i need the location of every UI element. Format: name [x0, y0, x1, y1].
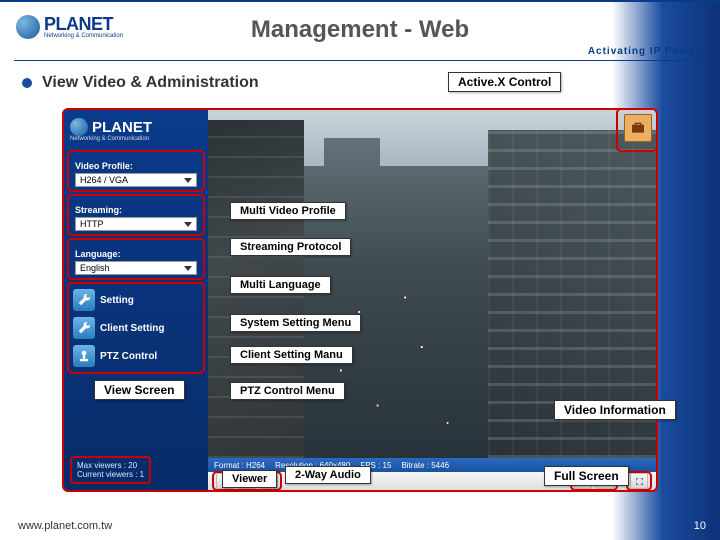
joystick-icon — [73, 345, 95, 367]
page-title: Management - Web — [0, 16, 720, 44]
footer-url: www.planet.com.tw — [18, 520, 112, 532]
viewer-status: Max viewers : 20 Current viewers : 1 — [70, 456, 151, 484]
fullscreen-button[interactable] — [630, 473, 648, 489]
callout-system-setting: System Setting Menu — [230, 314, 361, 332]
info-format: Format : H264 — [214, 461, 265, 470]
web-ui-screenshot: PLANET Networking & Communication Video … — [62, 108, 658, 492]
slide: PLANET Networking & Communication Manage… — [0, 0, 720, 540]
callout-full-screen: Full Screen — [544, 466, 629, 486]
setting-button[interactable]: Setting — [69, 286, 203, 314]
video-profile-select[interactable]: H264 / VGA — [75, 173, 197, 187]
brand-tagline: Activating IP Power — [588, 46, 700, 57]
callout-video-info: Video Information — [554, 400, 676, 420]
side-panel: PLANET Networking & Communication Video … — [64, 110, 208, 490]
panel-brand-sub: Networking & Communication — [70, 136, 202, 142]
callout-activex: Active.X Control — [448, 72, 561, 92]
chevron-down-icon — [184, 222, 192, 227]
current-viewers: Current viewers : 1 — [77, 470, 144, 479]
callout-ptz-menu: PTZ Control Menu — [230, 382, 345, 400]
language-label: Language: — [69, 241, 203, 261]
activex-icon[interactable] — [624, 114, 652, 142]
ptz-control-label: PTZ Control — [100, 351, 157, 362]
wrench-icon — [73, 289, 95, 311]
callout-viewer: Viewer — [222, 470, 277, 488]
callout-client-setting: Client Setting Manu — [230, 346, 353, 364]
language-value: English — [80, 263, 110, 273]
max-viewers: Max viewers : 20 — [77, 461, 144, 470]
streaming-label: Streaming: — [69, 197, 203, 217]
divider — [14, 60, 706, 61]
top-border — [0, 0, 720, 6]
video-profile-value: H264 / VGA — [80, 175, 128, 185]
client-setting-label: Client Setting — [100, 323, 164, 334]
wrench-icon — [73, 317, 95, 339]
bullet-text: View Video & Administration — [42, 74, 259, 91]
video-profile-label: Video Profile: — [69, 153, 203, 173]
ptz-control-button[interactable]: PTZ Control — [69, 342, 203, 370]
setting-label: Setting — [100, 295, 134, 306]
page-number: 10 — [694, 520, 706, 532]
callout-streaming-protocol: Streaming Protocol — [230, 238, 351, 256]
callout-multi-language: Multi Language — [230, 276, 331, 294]
panel-logo: PLANET Networking & Communication — [64, 110, 208, 146]
streaming-select[interactable]: HTTP — [75, 217, 197, 231]
callout-two-way-audio: 2-Way Audio — [285, 466, 371, 484]
streaming-value: HTTP — [80, 219, 104, 229]
client-setting-button[interactable]: Client Setting — [69, 314, 203, 342]
language-select[interactable]: English — [75, 261, 197, 275]
panel-brand: PLANET — [92, 119, 152, 136]
globe-icon — [70, 118, 88, 136]
callout-multi-profile: Multi Video Profile — [230, 202, 346, 220]
callout-view-screen: View Screen — [94, 380, 185, 400]
info-bitrate: Bitrate : 5446 — [401, 461, 449, 470]
bullet-icon — [22, 78, 32, 88]
bullet-heading: View Video & Administration — [22, 74, 259, 92]
chevron-down-icon — [184, 178, 192, 183]
chevron-down-icon — [184, 266, 192, 271]
